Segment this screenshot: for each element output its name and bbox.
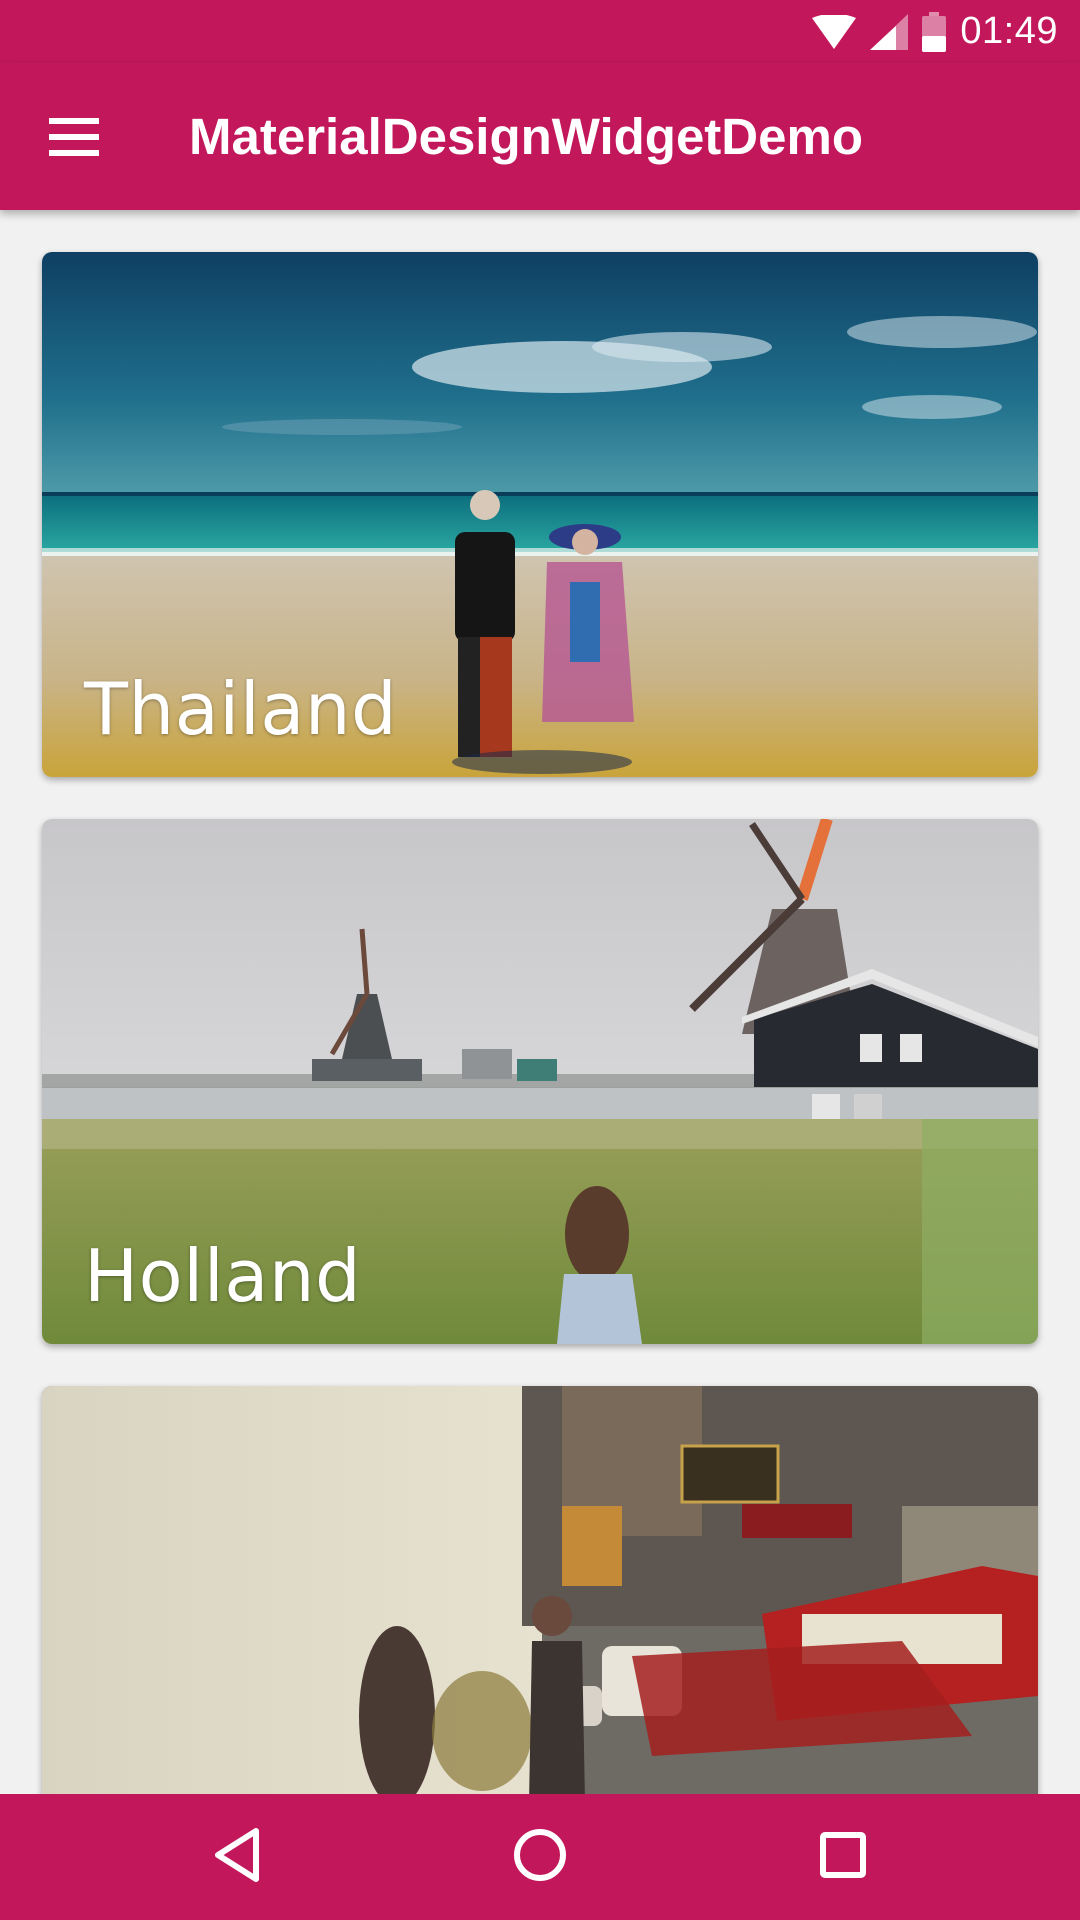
back-triangle-icon — [212, 1827, 262, 1888]
card-title-holland: Holland — [84, 1234, 362, 1318]
street-photo — [42, 1386, 1038, 1794]
card-list[interactable]: Thailand Holland — [0, 210, 1080, 1794]
back-button[interactable] — [189, 1809, 285, 1905]
recents-button[interactable] — [795, 1809, 891, 1905]
app-bar: MaterialDesignWidgetDemo — [0, 63, 1080, 210]
app-title: MaterialDesignWidgetDemo — [189, 108, 863, 165]
status-bar: 01:49 — [0, 0, 1080, 63]
app-screen: 01:49 MaterialDesignWidgetDemo Thailand … — [0, 0, 1080, 1920]
recents-square-icon — [819, 1831, 867, 1884]
menu-button[interactable] — [28, 93, 120, 185]
card-street[interactable] — [42, 1386, 1038, 1794]
home-circle-icon — [513, 1828, 567, 1887]
battery-low-icon — [922, 11, 947, 52]
status-icons: 01:49 — [812, 0, 1058, 63]
status-time: 01:49 — [960, 10, 1058, 52]
navigation-bar — [0, 1794, 1080, 1920]
card-thailand[interactable]: Thailand — [42, 252, 1038, 777]
card-holland[interactable]: Holland — [42, 819, 1038, 1344]
card-title-thailand: Thailand — [84, 667, 398, 751]
home-button[interactable] — [492, 1809, 588, 1905]
cellular-signal-icon — [870, 13, 909, 50]
hamburger-menu-icon — [49, 117, 99, 161]
wifi-icon — [812, 14, 857, 49]
